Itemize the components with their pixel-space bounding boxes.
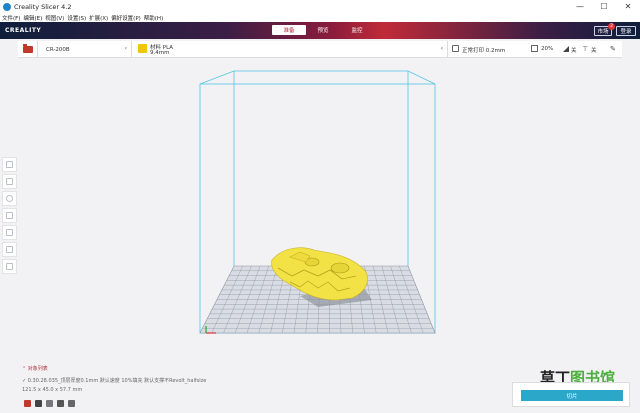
slice-panel: 切片: [512, 382, 630, 407]
object-list-title: 对象列表: [27, 366, 48, 372]
object-file-label: 0.30.28.035_顶层厚度0.1mm 默认速度 10%填充 默认支撑不Re…: [27, 378, 207, 384]
slice-button[interactable]: 切片: [521, 390, 623, 401]
top-view-icon[interactable]: [46, 400, 53, 407]
object-file-name: ✓ 0.30.28.035_顶层厚度0.1mm 默认速度 10%填充 默认支撑不…: [22, 378, 207, 384]
object-list-toggle[interactable]: ⌃ 对象列表: [22, 365, 48, 372]
right-view-icon[interactable]: [68, 400, 75, 407]
object-dimensions: 121.5 x 45.0 x 57.7 mm: [22, 387, 83, 393]
view-controls: [24, 400, 79, 407]
3d-view-icon[interactable]: [24, 400, 31, 407]
left-view-icon[interactable]: [57, 400, 64, 407]
front-view-icon[interactable]: [35, 400, 42, 407]
build-viewport[interactable]: [0, 0, 640, 413]
